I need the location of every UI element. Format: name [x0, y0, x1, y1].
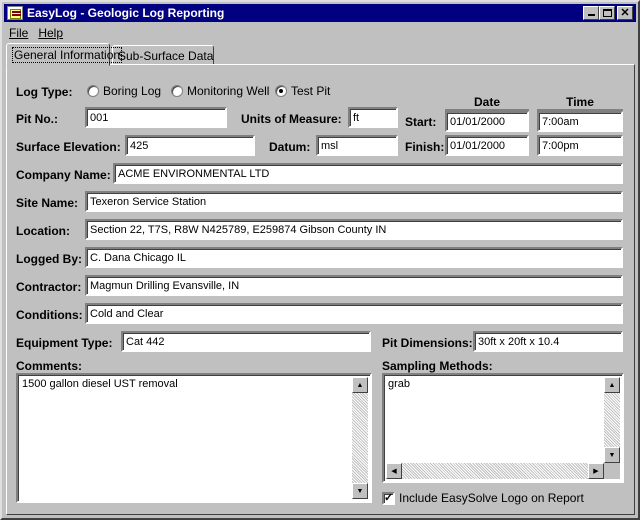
- surface-elevation-label: Surface Elevation:: [16, 140, 121, 154]
- time-column-header: Time: [537, 95, 623, 111]
- scroll-down-arrow-icon[interactable]: ▼: [604, 447, 620, 463]
- radio-test-pit[interactable]: [275, 85, 287, 97]
- comments-textarea[interactable]: 1500 gallon diesel UST removal ▲ ▼: [16, 373, 372, 503]
- equipment-type-field[interactable]: Cat 442: [121, 331, 371, 352]
- tab-general-information[interactable]: General Information: [6, 43, 123, 66]
- finish-label: Finish:: [405, 140, 445, 154]
- company-name-field[interactable]: ACME ENVIRONMENTAL LTD: [113, 163, 623, 184]
- app-log-icon[interactable]: [7, 6, 23, 20]
- minimize-icon: [588, 14, 595, 16]
- pit-dimensions-label: Pit Dimensions:: [382, 336, 473, 350]
- location-label: Location:: [16, 224, 70, 238]
- units-field[interactable]: ft: [348, 107, 398, 128]
- equipment-type-label: Equipment Type:: [16, 336, 113, 350]
- tab-sub-surface-label: Sub-Surface Data: [118, 49, 214, 63]
- logged-by-label: Logged By:: [16, 252, 82, 266]
- comments-label: Comments:: [16, 359, 83, 373]
- start-time-field[interactable]: 7:00am: [537, 111, 623, 132]
- conditions-field[interactable]: Cold and Clear: [85, 303, 623, 324]
- scroll-up-arrow-icon[interactable]: ▲: [352, 377, 368, 393]
- include-logo-label[interactable]: Include EasySolve Logo on Report: [399, 491, 584, 505]
- company-name-label: Company Name:: [16, 168, 111, 182]
- menu-bar: File Help: [4, 24, 68, 42]
- sampling-methods-text: grab: [388, 378, 411, 390]
- pit-no-field[interactable]: 001: [85, 107, 227, 128]
- sampling-methods-label: Sampling Methods:: [382, 359, 493, 373]
- pit-dimensions-field[interactable]: 30ft x 20ft x 10.4: [473, 331, 623, 352]
- site-name-label: Site Name:: [16, 196, 79, 210]
- start-label: Start:: [405, 115, 437, 129]
- scrollbar-corner: [604, 463, 620, 479]
- comments-scrollbar[interactable]: ▲ ▼: [352, 377, 368, 499]
- radio-monitoring-well-label[interactable]: Monitoring Well: [187, 84, 269, 98]
- include-logo-checkbox[interactable]: ✓: [382, 492, 395, 505]
- close-icon: ✕: [620, 6, 630, 19]
- maximize-button[interactable]: [599, 6, 615, 20]
- scroll-down-arrow-icon[interactable]: ▼: [352, 483, 368, 499]
- radio-boring-log-label[interactable]: Boring Log: [103, 84, 161, 98]
- general-information-panel: Log Type: Boring Log Monitoring Well Tes…: [6, 64, 635, 515]
- radio-boring-log[interactable]: [87, 85, 99, 97]
- scroll-up-arrow-icon[interactable]: ▲: [604, 377, 620, 393]
- site-name-field[interactable]: Texeron Service Station: [85, 191, 623, 212]
- close-button[interactable]: ✕: [617, 6, 633, 20]
- minimize-button[interactable]: [583, 6, 599, 20]
- start-date-field[interactable]: 01/01/2000: [445, 111, 529, 132]
- sampling-horizontal-scrollbar[interactable]: ◀ ▶: [386, 463, 604, 479]
- menu-file[interactable]: File: [4, 26, 33, 40]
- menu-help-label: Help: [38, 26, 64, 40]
- logged-by-field[interactable]: C. Dana Chicago IL: [85, 247, 623, 268]
- finish-time-field[interactable]: 7:00pm: [537, 135, 623, 156]
- scroll-left-arrow-icon[interactable]: ◀: [386, 463, 402, 479]
- log-type-label: Log Type:: [16, 85, 73, 99]
- pit-no-label: Pit No.:: [16, 112, 58, 126]
- datum-label: Datum:: [269, 140, 311, 154]
- comments-text: 1500 gallon diesel UST removal: [22, 378, 178, 390]
- tab-sub-surface-data[interactable]: Sub-Surface Data: [112, 45, 214, 65]
- contractor-label: Contractor:: [16, 280, 82, 294]
- date-column-header: Date: [445, 95, 529, 111]
- contractor-field[interactable]: Magmun Drilling Evansville, IN: [85, 275, 623, 296]
- datum-field[interactable]: msl: [316, 135, 398, 156]
- tab-general-label: General Information: [12, 47, 123, 63]
- finish-date-field[interactable]: 01/01/2000: [445, 135, 529, 156]
- maximize-icon: [602, 9, 612, 17]
- title-bar[interactable]: EasyLog - Geologic Log Reporting ✕: [4, 4, 636, 22]
- units-label: Units of Measure:: [241, 112, 342, 126]
- radio-monitoring-well[interactable]: [171, 85, 183, 97]
- window-title: EasyLog - Geologic Log Reporting: [27, 6, 225, 20]
- location-field[interactable]: Section 22, T7S, R8W N425789, E259874 Gi…: [85, 219, 623, 240]
- surface-elevation-field[interactable]: 425: [125, 135, 255, 156]
- app-window: EasyLog - Geologic Log Reporting ✕ File …: [0, 0, 640, 520]
- scroll-right-arrow-icon[interactable]: ▶: [588, 463, 604, 479]
- radio-test-pit-label[interactable]: Test Pit: [291, 84, 330, 98]
- sampling-vertical-scrollbar[interactable]: ▲ ▼: [604, 377, 620, 463]
- menu-file-label: File: [9, 26, 29, 40]
- menu-help[interactable]: Help: [33, 26, 68, 40]
- sampling-methods-textarea[interactable]: grab ▲ ▼ ◀ ▶: [382, 373, 624, 483]
- conditions-label: Conditions:: [16, 308, 83, 322]
